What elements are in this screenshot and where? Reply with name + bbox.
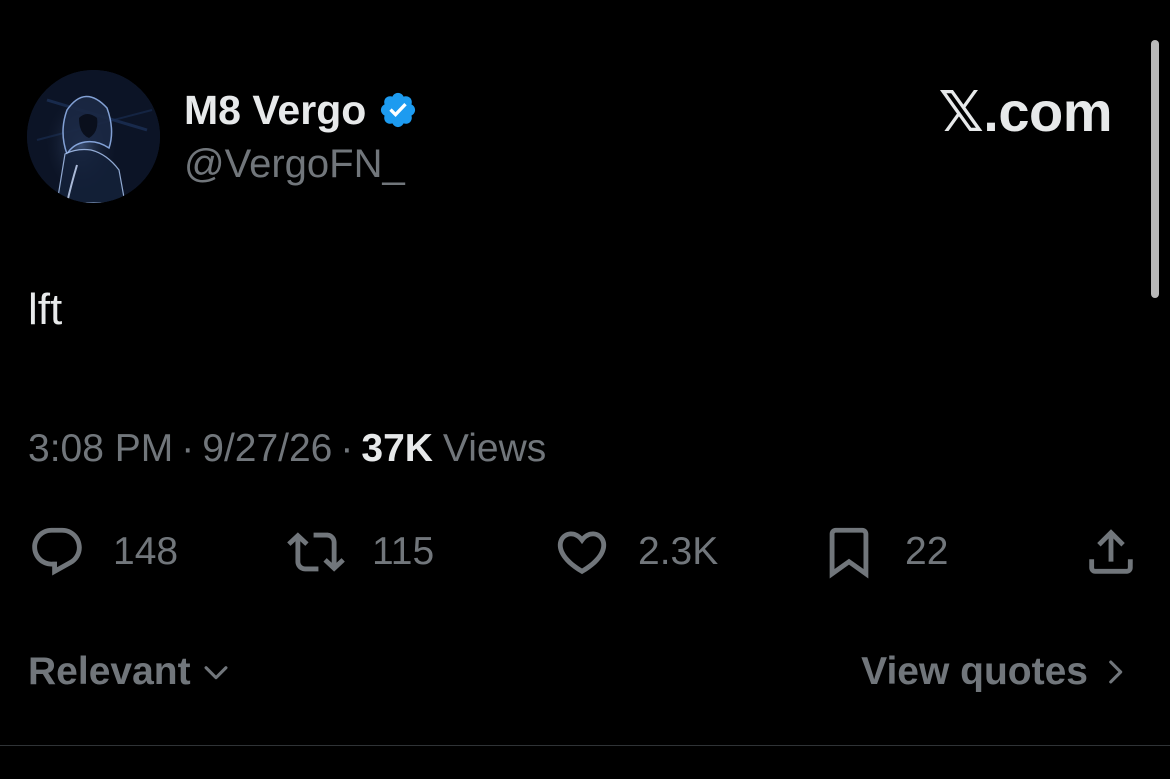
bookmark-count: 22 [905, 530, 949, 573]
action-bar: 148 115 2.3K 22 [0, 522, 1170, 582]
retweet-icon [287, 532, 345, 572]
share-icon [1089, 529, 1133, 574]
like-button[interactable]: 2.3K [553, 522, 718, 582]
chevron-down-icon [204, 666, 228, 680]
tweet-text: lft [28, 285, 63, 334]
avatar[interactable] [27, 70, 160, 203]
share-button[interactable] [1082, 522, 1140, 582]
views-label: Views [442, 427, 547, 470]
view-quotes-label: View quotes [861, 650, 1088, 693]
tweet-meta: 3:08 PM · 9/27/26 · 37K Views [28, 425, 546, 473]
view-quotes-link[interactable]: View quotes [861, 648, 1132, 696]
reply-button[interactable]: 148 [28, 522, 178, 582]
retweet-count: 115 [372, 530, 435, 573]
display-name[interactable]: M8 Vergo [184, 86, 418, 134]
reply-count: 148 [113, 530, 179, 573]
bookmark-button[interactable]: 22 [820, 522, 948, 582]
divider [0, 745, 1170, 746]
views-count: 37K [361, 427, 433, 470]
retweet-button[interactable]: 115 [287, 522, 434, 582]
hooded-figure-avatar-icon [27, 70, 160, 203]
meta-separator: · [181, 427, 195, 470]
heart-icon [557, 531, 607, 575]
verified-badge-icon [381, 92, 416, 128]
like-count: 2.3K [638, 530, 719, 573]
scrollbar[interactable] [1151, 40, 1159, 298]
tweet-date[interactable]: 9/27/26 [202, 427, 332, 470]
chevron-right-icon [1109, 660, 1123, 684]
reply-icon [32, 527, 82, 576]
sort-replies-dropdown[interactable]: Relevant [28, 648, 233, 696]
tweet-time[interactable]: 3:08 PM [28, 427, 173, 470]
x-com-logo: 𝕏.com [938, 80, 1113, 143]
bookmark-icon [829, 527, 869, 579]
author-handle[interactable]: @VergoFN_ [184, 140, 405, 188]
sort-label: Relevant [28, 650, 191, 693]
meta-separator: · [340, 427, 354, 470]
display-name-text: M8 Vergo [184, 87, 367, 133]
